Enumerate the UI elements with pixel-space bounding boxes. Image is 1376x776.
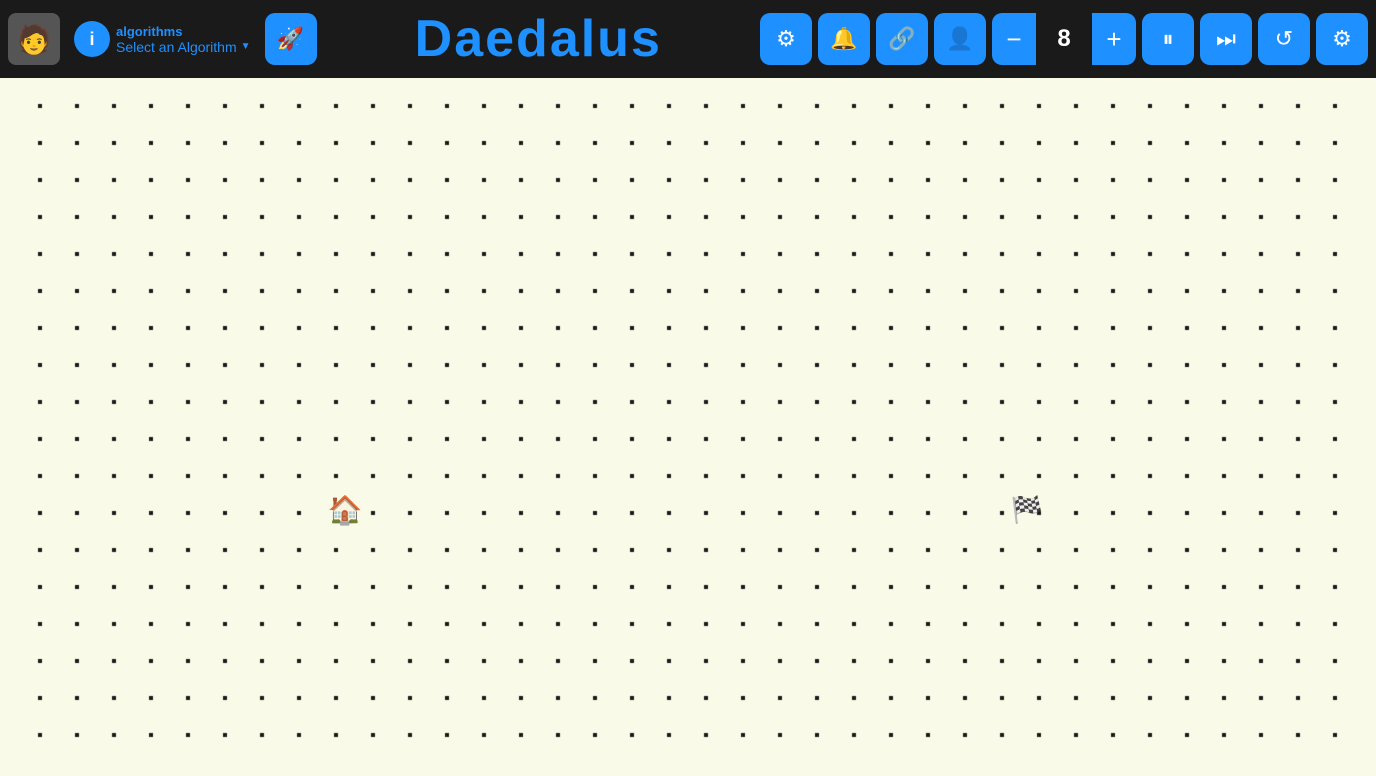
bell-button[interactable]: 🔔 bbox=[818, 13, 870, 65]
dot-grid bbox=[0, 78, 1376, 776]
decrement-button[interactable]: − bbox=[992, 13, 1036, 65]
algo-section-label: algorithms bbox=[116, 24, 251, 39]
minus-icon: − bbox=[1006, 24, 1021, 55]
toolbar: 🧑 i algorithms Select an Algorithm ▼ 🚀 D… bbox=[0, 0, 1376, 78]
canvas-area[interactable]: 🏠 🏁 bbox=[0, 78, 1376, 776]
algorithm-dropdown[interactable]: algorithms Select an Algorithm ▼ bbox=[116, 24, 251, 55]
app-title: Daedalus bbox=[323, 9, 754, 69]
right-controls: ⚙ 🔔 🔗 👤 − 8 + ⏸ ⏭ bbox=[760, 13, 1368, 65]
algo-selector-group: i algorithms Select an Algorithm ▼ bbox=[66, 21, 259, 57]
settings-button[interactable]: ⚙ bbox=[1316, 13, 1368, 65]
settings-icon: ⚙ bbox=[1332, 26, 1352, 52]
info-button[interactable]: i bbox=[74, 21, 110, 57]
plus-icon: + bbox=[1106, 24, 1121, 55]
fast-forward-icon: ⏭ bbox=[1216, 26, 1236, 52]
chevron-down-icon: ▼ bbox=[241, 41, 251, 52]
network-button[interactable]: 🔗 bbox=[876, 13, 928, 65]
algo-value: Select an Algorithm ▼ bbox=[116, 39, 251, 55]
sliders-button[interactable]: ⚙ bbox=[760, 13, 812, 65]
avatar[interactable]: 🧑 bbox=[8, 13, 60, 65]
refresh-icon: ↺ bbox=[1275, 26, 1293, 52]
counter-display: 8 bbox=[1042, 13, 1086, 65]
sliders-icon: ⚙ bbox=[776, 26, 796, 52]
bell-icon: 🔔 bbox=[830, 26, 857, 52]
info-icon: i bbox=[89, 29, 94, 50]
home-icon[interactable]: 🏠 bbox=[328, 494, 363, 527]
pause-icon: ⏸ bbox=[1162, 26, 1173, 52]
pause-button[interactable]: ⏸ bbox=[1142, 13, 1194, 65]
person-button[interactable]: 👤 bbox=[934, 13, 986, 65]
rocket-icon: 🚀 bbox=[277, 26, 304, 52]
rocket-button[interactable]: 🚀 bbox=[265, 13, 317, 65]
fast-forward-button[interactable]: ⏭ bbox=[1200, 13, 1252, 65]
refresh-button[interactable]: ↺ bbox=[1258, 13, 1310, 65]
finish-flag-icon[interactable]: 🏁 bbox=[1011, 495, 1043, 526]
network-icon: 🔗 bbox=[888, 26, 915, 52]
person-icon: 👤 bbox=[946, 26, 973, 52]
increment-button[interactable]: + bbox=[1092, 13, 1136, 65]
